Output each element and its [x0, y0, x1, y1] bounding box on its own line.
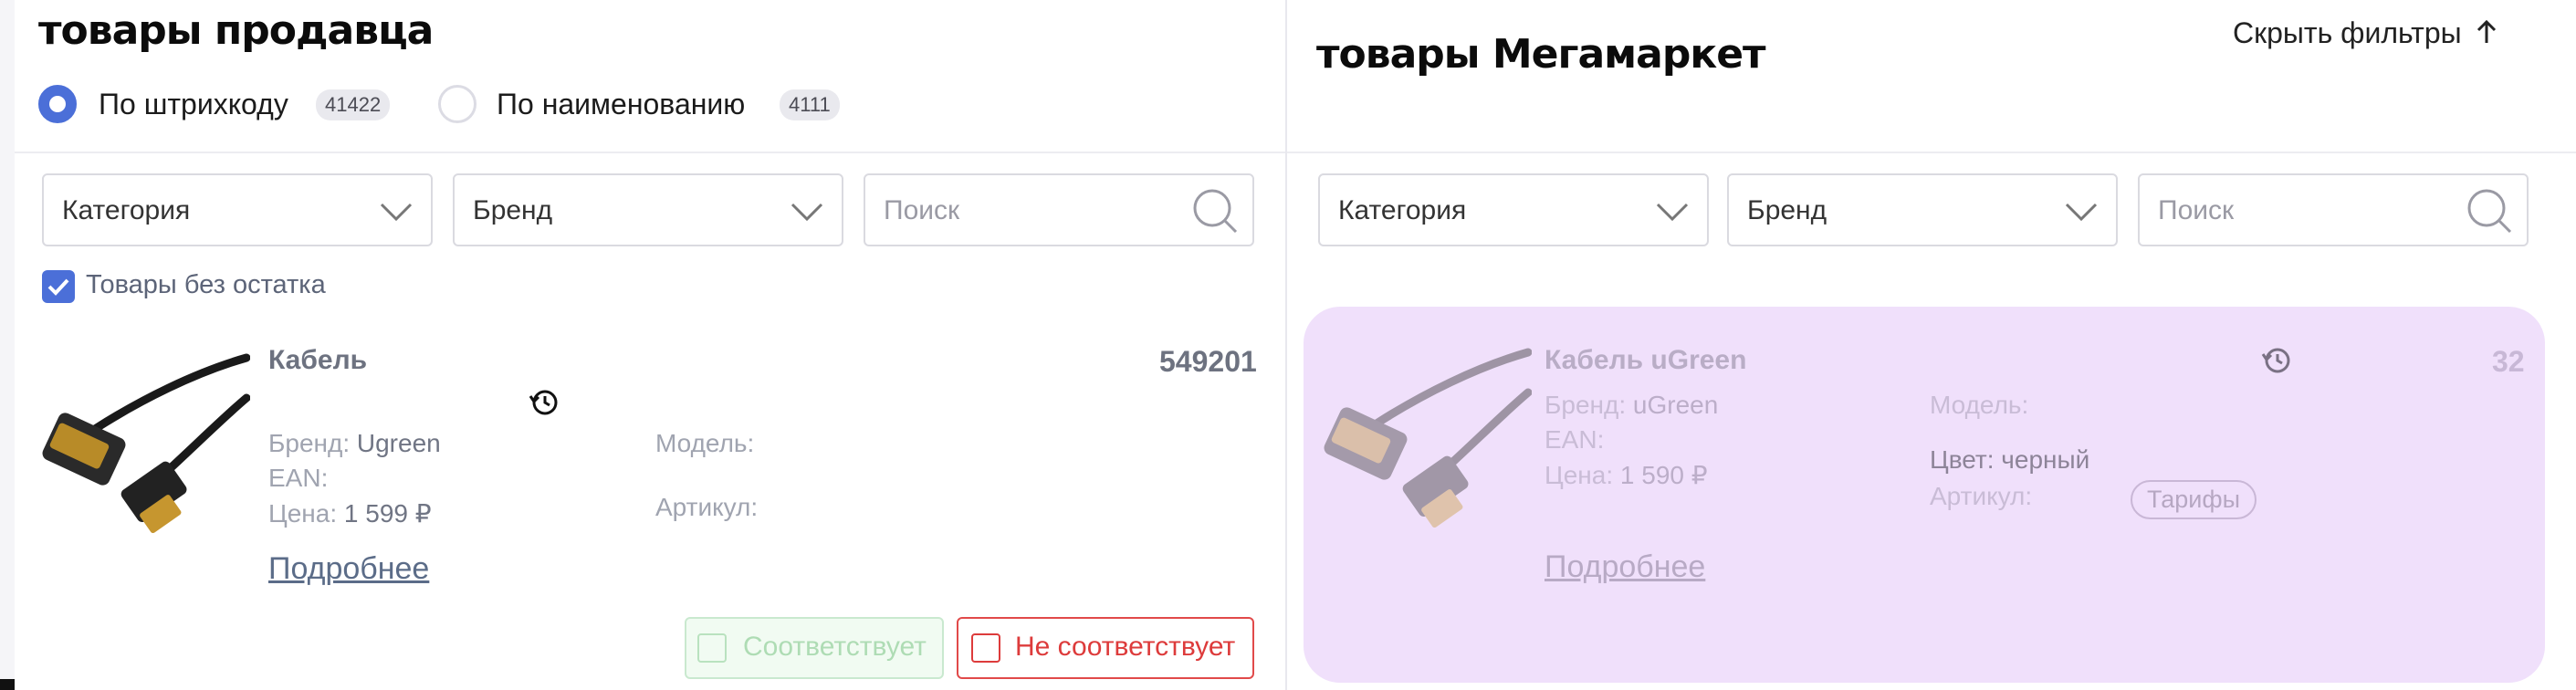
chevron-down-icon: [1656, 203, 1689, 222]
radio-by-name[interactable]: [438, 85, 476, 123]
brand-label: Бренд:: [268, 429, 351, 457]
no-match-checkbox: [971, 633, 1000, 663]
cable-product-image: [1324, 348, 1532, 528]
price-label: Цена:: [1545, 461, 1614, 489]
right-product-count: 32: [2492, 345, 2525, 378]
left-edge-strip: [0, 0, 15, 690]
history-icon[interactable]: [2260, 343, 2293, 376]
match-button[interactable]: Соответствует: [685, 617, 944, 679]
right-model-label: Модель:: [1930, 391, 2029, 419]
check-icon: [47, 278, 69, 296]
hide-filters-label: Скрыть фильтры: [2233, 16, 2462, 49]
panel-divider: [1285, 0, 1287, 690]
price-label: Цена:: [268, 499, 338, 528]
megamarket-product-card[interactable]: Кабель uGreen 32 Бренд: uGreen EAN: Цена…: [1304, 307, 2545, 683]
left-product-id: 549201: [1159, 345, 1257, 378]
radio-by-name-label[interactable]: По наименованию: [497, 88, 745, 121]
left-header-divider: [15, 152, 1285, 153]
left-category-select[interactable]: Категория: [42, 173, 433, 246]
tariffs-badge[interactable]: Тарифы: [2131, 480, 2257, 519]
radio-by-barcode[interactable]: [38, 85, 77, 123]
right-article-label: Артикул:: [1930, 482, 2033, 510]
left-brand-row: Бренд: Ugreen: [268, 429, 441, 458]
price-value: 1 590 ₽: [1619, 461, 1708, 489]
hide-filters-button[interactable]: Скрыть фильтры: [2233, 16, 2497, 50]
brand-value: Ugreen: [356, 429, 441, 457]
right-search-input[interactable]: Поиск: [2138, 173, 2529, 246]
chevron-down-icon: [380, 203, 413, 222]
no-match-button[interactable]: Не соответствует: [957, 617, 1254, 679]
right-category-label: Категория: [1338, 195, 1467, 225]
left-model-label: Модель:: [655, 429, 755, 457]
right-brand-label: Бренд: [1747, 195, 1827, 225]
right-brand-select[interactable]: Бренд: [1727, 173, 2118, 246]
search-icon: [2467, 189, 2512, 234]
left-brand-label: Бренд: [473, 195, 553, 225]
brand-value: uGreen: [1632, 391, 1719, 419]
no-stock-checkbox[interactable]: [42, 270, 75, 303]
chevron-down-icon: [2065, 203, 2098, 222]
radio-by-barcode-label[interactable]: По штрихкоду: [99, 88, 288, 121]
match-button-label: Соответствует: [743, 632, 927, 662]
no-match-button-label: Не соответствует: [1015, 632, 1236, 662]
match-checkbox: [697, 633, 727, 663]
left-search-placeholder: Поиск: [884, 195, 960, 225]
right-search-placeholder: Поиск: [2158, 195, 2235, 225]
right-ean-label: EAN:: [1545, 425, 1605, 454]
seller-products-title: товары продавца: [38, 7, 434, 54]
brand-label: Бренд:: [1545, 391, 1627, 419]
name-count-badge: 4111: [780, 89, 840, 120]
bottom-left-marker: [0, 679, 15, 690]
left-article-label: Артикул:: [655, 493, 759, 521]
search-icon: [1193, 189, 1238, 234]
right-details-link[interactable]: Подробнее: [1545, 549, 1705, 585]
right-header-divider: [1287, 152, 2576, 153]
left-category-label: Категория: [62, 195, 191, 225]
megamarket-products-title: товары Мегамаркет: [1316, 31, 1766, 78]
left-product-name: Кабель: [268, 345, 368, 375]
left-details-link[interactable]: Подробнее: [268, 551, 429, 587]
left-search-input[interactable]: Поиск: [864, 173, 1254, 246]
left-ean-label: EAN:: [268, 464, 329, 492]
left-brand-select[interactable]: Бренд: [453, 173, 843, 246]
right-brand-row: Бренд: uGreen: [1545, 391, 1718, 420]
barcode-count-badge: 41422: [316, 89, 391, 120]
arrow-up-icon: [2477, 19, 2496, 43]
right-product-name: Кабель uGreen: [1545, 345, 1747, 375]
history-icon[interactable]: [528, 385, 560, 418]
left-price-row: Цена: 1 599 ₽: [268, 498, 432, 528]
right-price-row: Цена: 1 590 ₽: [1545, 460, 1708, 490]
chevron-down-icon: [791, 203, 823, 222]
right-category-select[interactable]: Категория: [1318, 173, 1709, 246]
no-stock-label[interactable]: Товары без остатка: [86, 270, 326, 300]
price-value: 1 599 ₽: [343, 499, 432, 528]
cable-product-image: [42, 353, 250, 534]
right-color-text: Цвет: черный: [1930, 445, 2090, 474]
